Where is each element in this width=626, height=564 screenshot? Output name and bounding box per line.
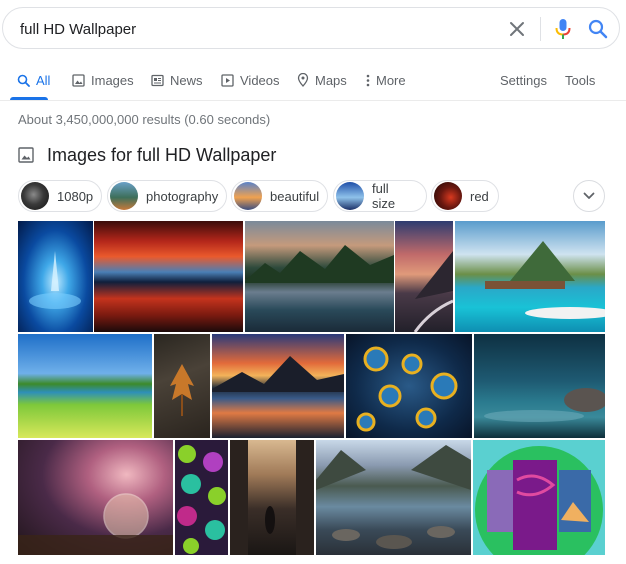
image-thumbnail-tropical-island[interactable] — [455, 221, 605, 332]
tab-news[interactable]: News — [151, 70, 203, 90]
clear-search-button[interactable] — [507, 19, 527, 39]
chip-thumbnail — [21, 182, 49, 210]
chip-photography[interactable]: photography — [107, 180, 227, 212]
image-thumbnail-green-meadow[interactable] — [18, 334, 152, 438]
chip-beautiful[interactable]: beautiful — [231, 180, 328, 212]
tabs-divider — [0, 100, 626, 101]
vertical-dots-icon — [366, 74, 370, 86]
image-thumbnail-mountain-lake-sunset[interactable] — [212, 334, 344, 438]
chip-red[interactable]: red — [431, 180, 499, 212]
search-icon — [588, 19, 608, 39]
play-icon — [221, 73, 234, 87]
tab-videos[interactable]: Videos — [221, 70, 280, 90]
chip-label: red — [470, 188, 489, 204]
chip-1080p[interactable]: 1080p — [18, 180, 102, 212]
image-thumbnail-red-sky-sunset[interactable] — [94, 221, 243, 332]
chip-thumbnail — [110, 182, 138, 210]
search-tabs: All Images News Videos Maps More Setting… — [0, 62, 626, 100]
search-input[interactable] — [20, 19, 480, 39]
chip-thumbnail — [434, 182, 462, 210]
search-button[interactable] — [587, 18, 609, 40]
microphone-icon — [555, 19, 571, 39]
tab-images-label: Images — [91, 72, 134, 88]
chip-label: beautiful — [270, 188, 320, 204]
tab-all[interactable]: All — [17, 70, 50, 90]
image-thumbnail-glass-sphere[interactable] — [18, 440, 173, 555]
images-section-heading[interactable]: Images for full HD Wallpaper — [18, 144, 276, 166]
tab-maps[interactable]: Maps — [297, 70, 347, 90]
image-thumbnail-water-splash[interactable] — [18, 221, 93, 332]
chip-label: full size — [372, 181, 396, 211]
tab-videos-label: Videos — [240, 72, 280, 88]
chip-label: 1080p — [57, 188, 94, 204]
tab-news-label: News — [170, 72, 203, 88]
result-stats: About 3,450,000,000 results (0.60 second… — [18, 112, 271, 127]
image-icon — [18, 147, 34, 163]
voice-search-button[interactable] — [553, 17, 573, 41]
image-icon — [72, 73, 85, 87]
search-bar — [2, 7, 620, 49]
image-thumbnail-rocky-river[interactable] — [316, 440, 471, 555]
image-thumbnail-colorful-balls[interactable] — [175, 440, 228, 555]
settings-label: Settings — [500, 72, 547, 88]
chip-thumbnail — [234, 182, 262, 210]
images-section-title: Images for full HD Wallpaper — [47, 144, 277, 165]
chip-full-size[interactable]: full size — [333, 180, 427, 212]
image-thumbnail-autumn-leaf[interactable] — [154, 334, 210, 438]
image-thumbnail-phone-wallpapers[interactable] — [473, 440, 605, 555]
chips-expand-button[interactable] — [573, 180, 605, 212]
tab-images[interactable]: Images — [72, 70, 134, 90]
image-thumbnail-city-street[interactable] — [230, 440, 314, 555]
newspaper-icon — [151, 74, 164, 86]
tab-more[interactable]: More — [366, 70, 406, 90]
image-thumbnail-fractal-flowers[interactable] — [346, 334, 472, 438]
search-bar-divider — [540, 17, 541, 41]
chevron-down-icon — [583, 192, 595, 199]
tools-link[interactable]: Tools — [565, 70, 595, 90]
chip-label: photography — [146, 188, 219, 204]
map-pin-icon — [297, 73, 309, 87]
close-icon — [510, 22, 524, 36]
image-thumbnail-mountain-road[interactable] — [395, 221, 453, 332]
image-thumbnail-lake-reflection[interactable] — [245, 221, 394, 332]
tab-maps-label: Maps — [315, 72, 347, 88]
chip-thumbnail — [336, 182, 364, 210]
search-icon — [17, 74, 30, 87]
tab-all-label: All — [36, 72, 51, 88]
tools-label: Tools — [565, 72, 596, 88]
settings-link[interactable]: Settings — [500, 70, 547, 90]
image-thumbnail-water-drops[interactable] — [474, 334, 605, 438]
tab-more-label: More — [376, 72, 406, 88]
